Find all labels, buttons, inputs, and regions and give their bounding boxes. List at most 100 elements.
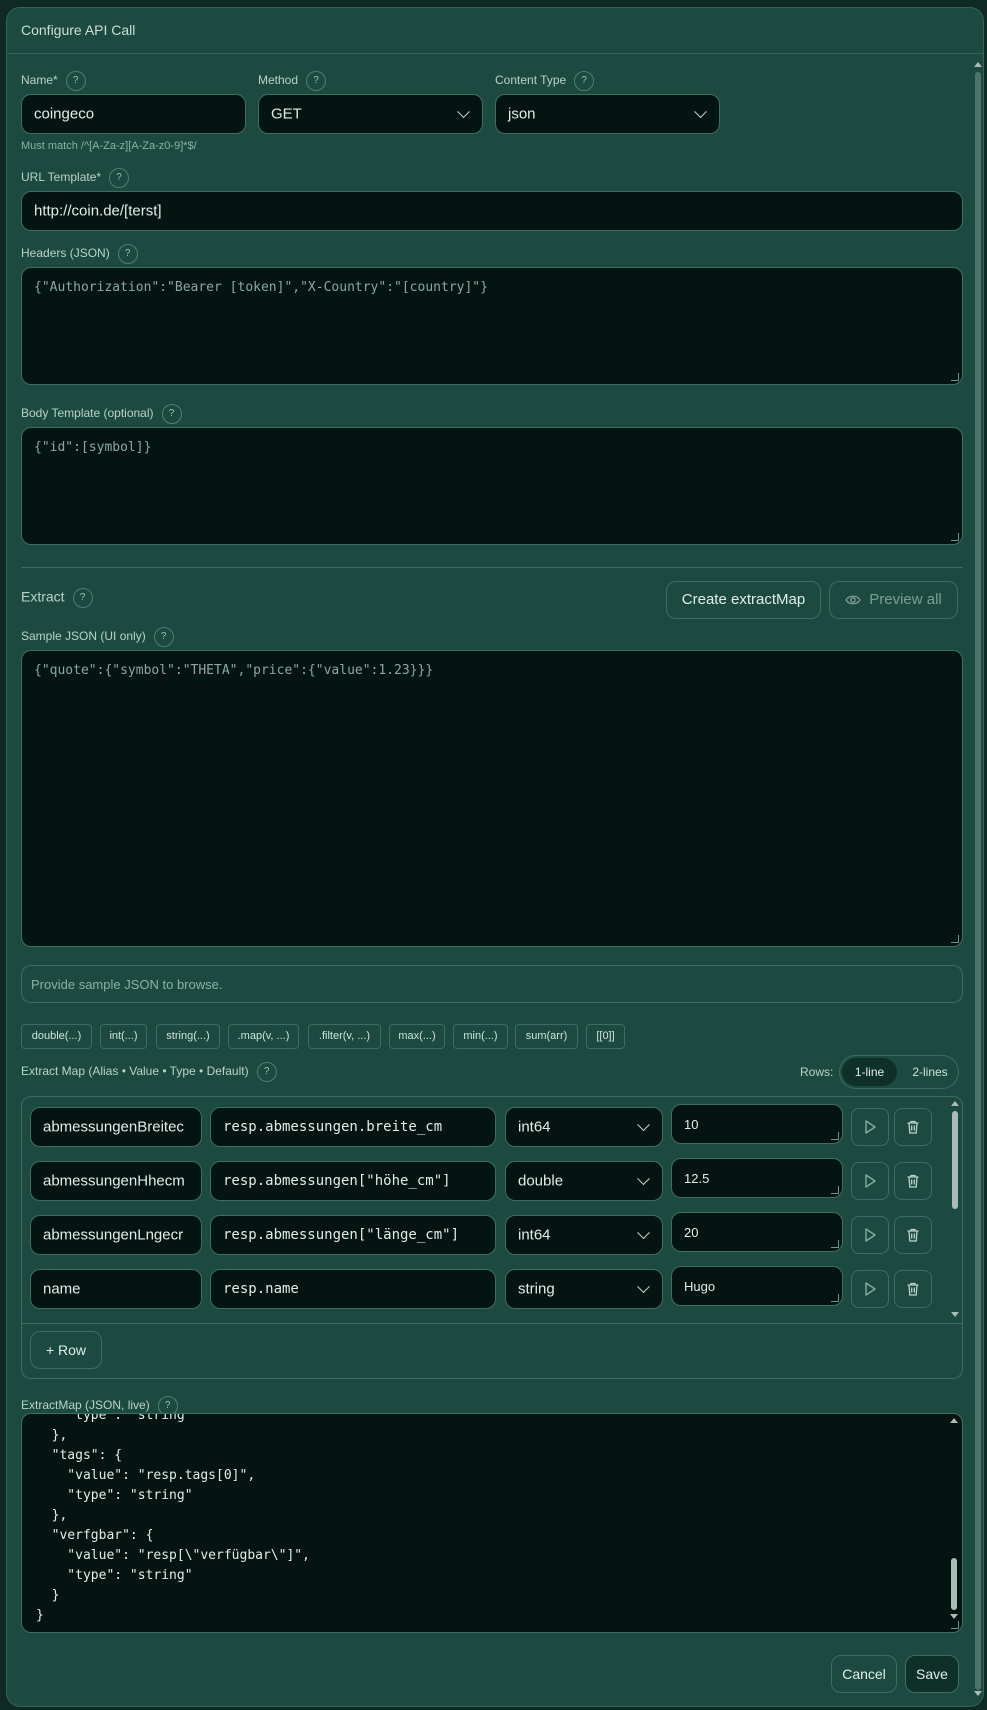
row-run-button[interactable] bbox=[851, 1216, 889, 1254]
chip-index[interactable]: [[0]] bbox=[586, 1024, 625, 1049]
headers-placeholder: {"Authorization":"Bearer [token]","X-Cou… bbox=[34, 280, 488, 295]
help-icon[interactable]: ? bbox=[574, 71, 595, 91]
row-delete-button[interactable] bbox=[894, 1216, 932, 1254]
url-template-input[interactable]: http://coin.de/[terst] bbox=[21, 191, 963, 231]
chip-int[interactable]: int(...) bbox=[100, 1024, 147, 1049]
help-icon[interactable]: ? bbox=[72, 588, 93, 608]
row-type-value: string bbox=[518, 1280, 555, 1298]
chip-sum[interactable]: sum(arr) bbox=[515, 1024, 578, 1049]
resize-grip-icon[interactable] bbox=[951, 373, 959, 381]
extractmap-json-textarea[interactable]: "type": "string" }, "tags": { "value": "… bbox=[21, 1413, 963, 1633]
method-select-value: GET bbox=[271, 105, 302, 123]
resize-grip-icon[interactable] bbox=[951, 533, 959, 541]
row-value-input[interactable]: resp.name bbox=[210, 1269, 496, 1309]
row-delete-button[interactable] bbox=[894, 1108, 932, 1146]
add-row-button[interactable]: + Row bbox=[30, 1331, 102, 1369]
row-alias-input[interactable]: name bbox=[30, 1269, 202, 1309]
rows-divider bbox=[22, 1323, 962, 1324]
row-value-text: resp.abmessungen["höhe_cm"] bbox=[223, 1173, 451, 1189]
row-run-button[interactable] bbox=[851, 1270, 889, 1308]
row-alias-input[interactable]: abmessungenHhecm bbox=[30, 1161, 202, 1201]
row-value-text: resp.abmessungen["länge_cm"] bbox=[223, 1227, 460, 1243]
chip-map[interactable]: .map(v, ...) bbox=[228, 1024, 299, 1049]
json-scrollbar[interactable] bbox=[950, 1416, 958, 1630]
chip-max[interactable]: max(...) bbox=[389, 1024, 445, 1049]
row-default-input[interactable]: 20 bbox=[671, 1212, 843, 1252]
row-value-input[interactable]: resp.abmessungen["länge_cm"] bbox=[210, 1215, 496, 1255]
play-icon bbox=[865, 1228, 876, 1242]
help-icon[interactable]: ? bbox=[256, 1062, 277, 1082]
chip-string[interactable]: string(...) bbox=[156, 1024, 220, 1049]
scroll-up-icon[interactable] bbox=[951, 1101, 959, 1106]
headers-label-text: Headers (JSON) bbox=[21, 246, 110, 261]
row-run-button[interactable] bbox=[851, 1108, 889, 1146]
cancel-button[interactable]: Cancel bbox=[831, 1655, 897, 1693]
row-delete-button[interactable] bbox=[894, 1270, 932, 1308]
row-delete-button[interactable] bbox=[894, 1162, 932, 1200]
row-default-value: 10 bbox=[684, 1117, 699, 1132]
row-value-input[interactable]: resp.abmessungen.breite_cm bbox=[210, 1107, 496, 1147]
preview-all-button[interactable]: Preview all bbox=[829, 581, 958, 619]
name-label: Name*? bbox=[21, 71, 86, 91]
row-type-select[interactable]: double bbox=[505, 1161, 663, 1201]
rows-label: Rows: bbox=[800, 1065, 834, 1079]
row-default-input[interactable]: Hugo bbox=[671, 1266, 843, 1306]
row-alias-value: abmessungenLngecr bbox=[43, 1226, 184, 1244]
scrollbar-thumb[interactable] bbox=[975, 72, 981, 1690]
scroll-down-icon[interactable] bbox=[974, 1691, 982, 1696]
help-icon[interactable]: ? bbox=[161, 404, 182, 424]
save-button[interactable]: Save bbox=[905, 1655, 959, 1693]
row-alias-input[interactable]: abmessungenBreitec bbox=[30, 1107, 202, 1147]
extract-label-text: Extract bbox=[21, 588, 65, 605]
row-alias-input[interactable]: abmessungenLngecr bbox=[30, 1215, 202, 1255]
resize-grip-icon[interactable] bbox=[831, 1294, 839, 1302]
row-type-value: double bbox=[518, 1172, 564, 1190]
chip-filter[interactable]: .filter(v, ...) bbox=[308, 1024, 381, 1049]
content-type-select[interactable]: json bbox=[495, 94, 720, 134]
help-icon[interactable]: ? bbox=[153, 627, 174, 647]
chip-min[interactable]: min(...) bbox=[453, 1024, 508, 1049]
scrollbar-thumb[interactable] bbox=[952, 1111, 958, 1209]
resize-grip-icon[interactable] bbox=[951, 1621, 959, 1629]
section-divider bbox=[21, 567, 963, 568]
help-icon[interactable]: ? bbox=[109, 168, 130, 188]
scroll-up-icon[interactable] bbox=[950, 1418, 958, 1423]
row-default-value: Hugo bbox=[684, 1279, 716, 1294]
extract-map-label: Extract Map (Alias • Value • Type • Defa… bbox=[21, 1062, 277, 1082]
scrollbar-thumb[interactable] bbox=[951, 1558, 957, 1610]
scroll-down-icon[interactable] bbox=[951, 1312, 959, 1317]
resize-grip-icon[interactable] bbox=[951, 935, 959, 943]
row-run-button[interactable] bbox=[851, 1162, 889, 1200]
resize-grip-icon[interactable] bbox=[831, 1186, 839, 1194]
create-extractmap-button[interactable]: Create extractMap bbox=[666, 581, 821, 619]
resize-grip-icon[interactable] bbox=[831, 1240, 839, 1248]
url-label: URL Template*? bbox=[21, 168, 130, 188]
help-icon[interactable]: ? bbox=[65, 71, 86, 91]
chip-double[interactable]: double(...) bbox=[21, 1024, 92, 1049]
row-value-input[interactable]: resp.abmessungen["höhe_cm"] bbox=[210, 1161, 496, 1201]
scroll-down-icon[interactable] bbox=[950, 1614, 958, 1619]
row-type-select[interactable]: int64 bbox=[505, 1107, 663, 1147]
method-select[interactable]: GET bbox=[258, 94, 483, 134]
dialog-scrollbar[interactable] bbox=[974, 60, 982, 1700]
row-default-input[interactable]: 12.5 bbox=[671, 1158, 843, 1198]
preview-all-label: Preview all bbox=[869, 591, 942, 608]
help-icon[interactable]: ? bbox=[306, 71, 327, 91]
method-label: Method? bbox=[258, 71, 327, 91]
extract-map-scrollbar[interactable] bbox=[951, 1099, 959, 1321]
row-type-select[interactable]: int64 bbox=[505, 1215, 663, 1255]
toggle-1-line[interactable]: 1-line bbox=[842, 1058, 897, 1086]
name-input[interactable]: coingeco bbox=[21, 94, 246, 134]
body-placeholder: {"id":[symbol]} bbox=[34, 440, 152, 455]
body-template-textarea[interactable]: {"id":[symbol]} bbox=[21, 427, 963, 545]
resize-grip-icon[interactable] bbox=[831, 1132, 839, 1140]
row-type-select[interactable]: string bbox=[505, 1269, 663, 1309]
headers-textarea[interactable]: {"Authorization":"Bearer [token]","X-Cou… bbox=[21, 267, 963, 385]
sample-json-textarea[interactable]: {"quote":{"symbol":"THETA","price":{"val… bbox=[21, 650, 963, 947]
toggle-2-lines[interactable]: 2-lines bbox=[902, 1058, 958, 1086]
row-type-value: int64 bbox=[518, 1118, 551, 1136]
row-default-input[interactable]: 10 bbox=[671, 1104, 843, 1144]
scroll-up-icon[interactable] bbox=[974, 62, 982, 67]
help-icon[interactable]: ? bbox=[117, 244, 138, 264]
extractmap-json-content: "type": "string" }, "tags": { "value": "… bbox=[36, 1413, 310, 1623]
